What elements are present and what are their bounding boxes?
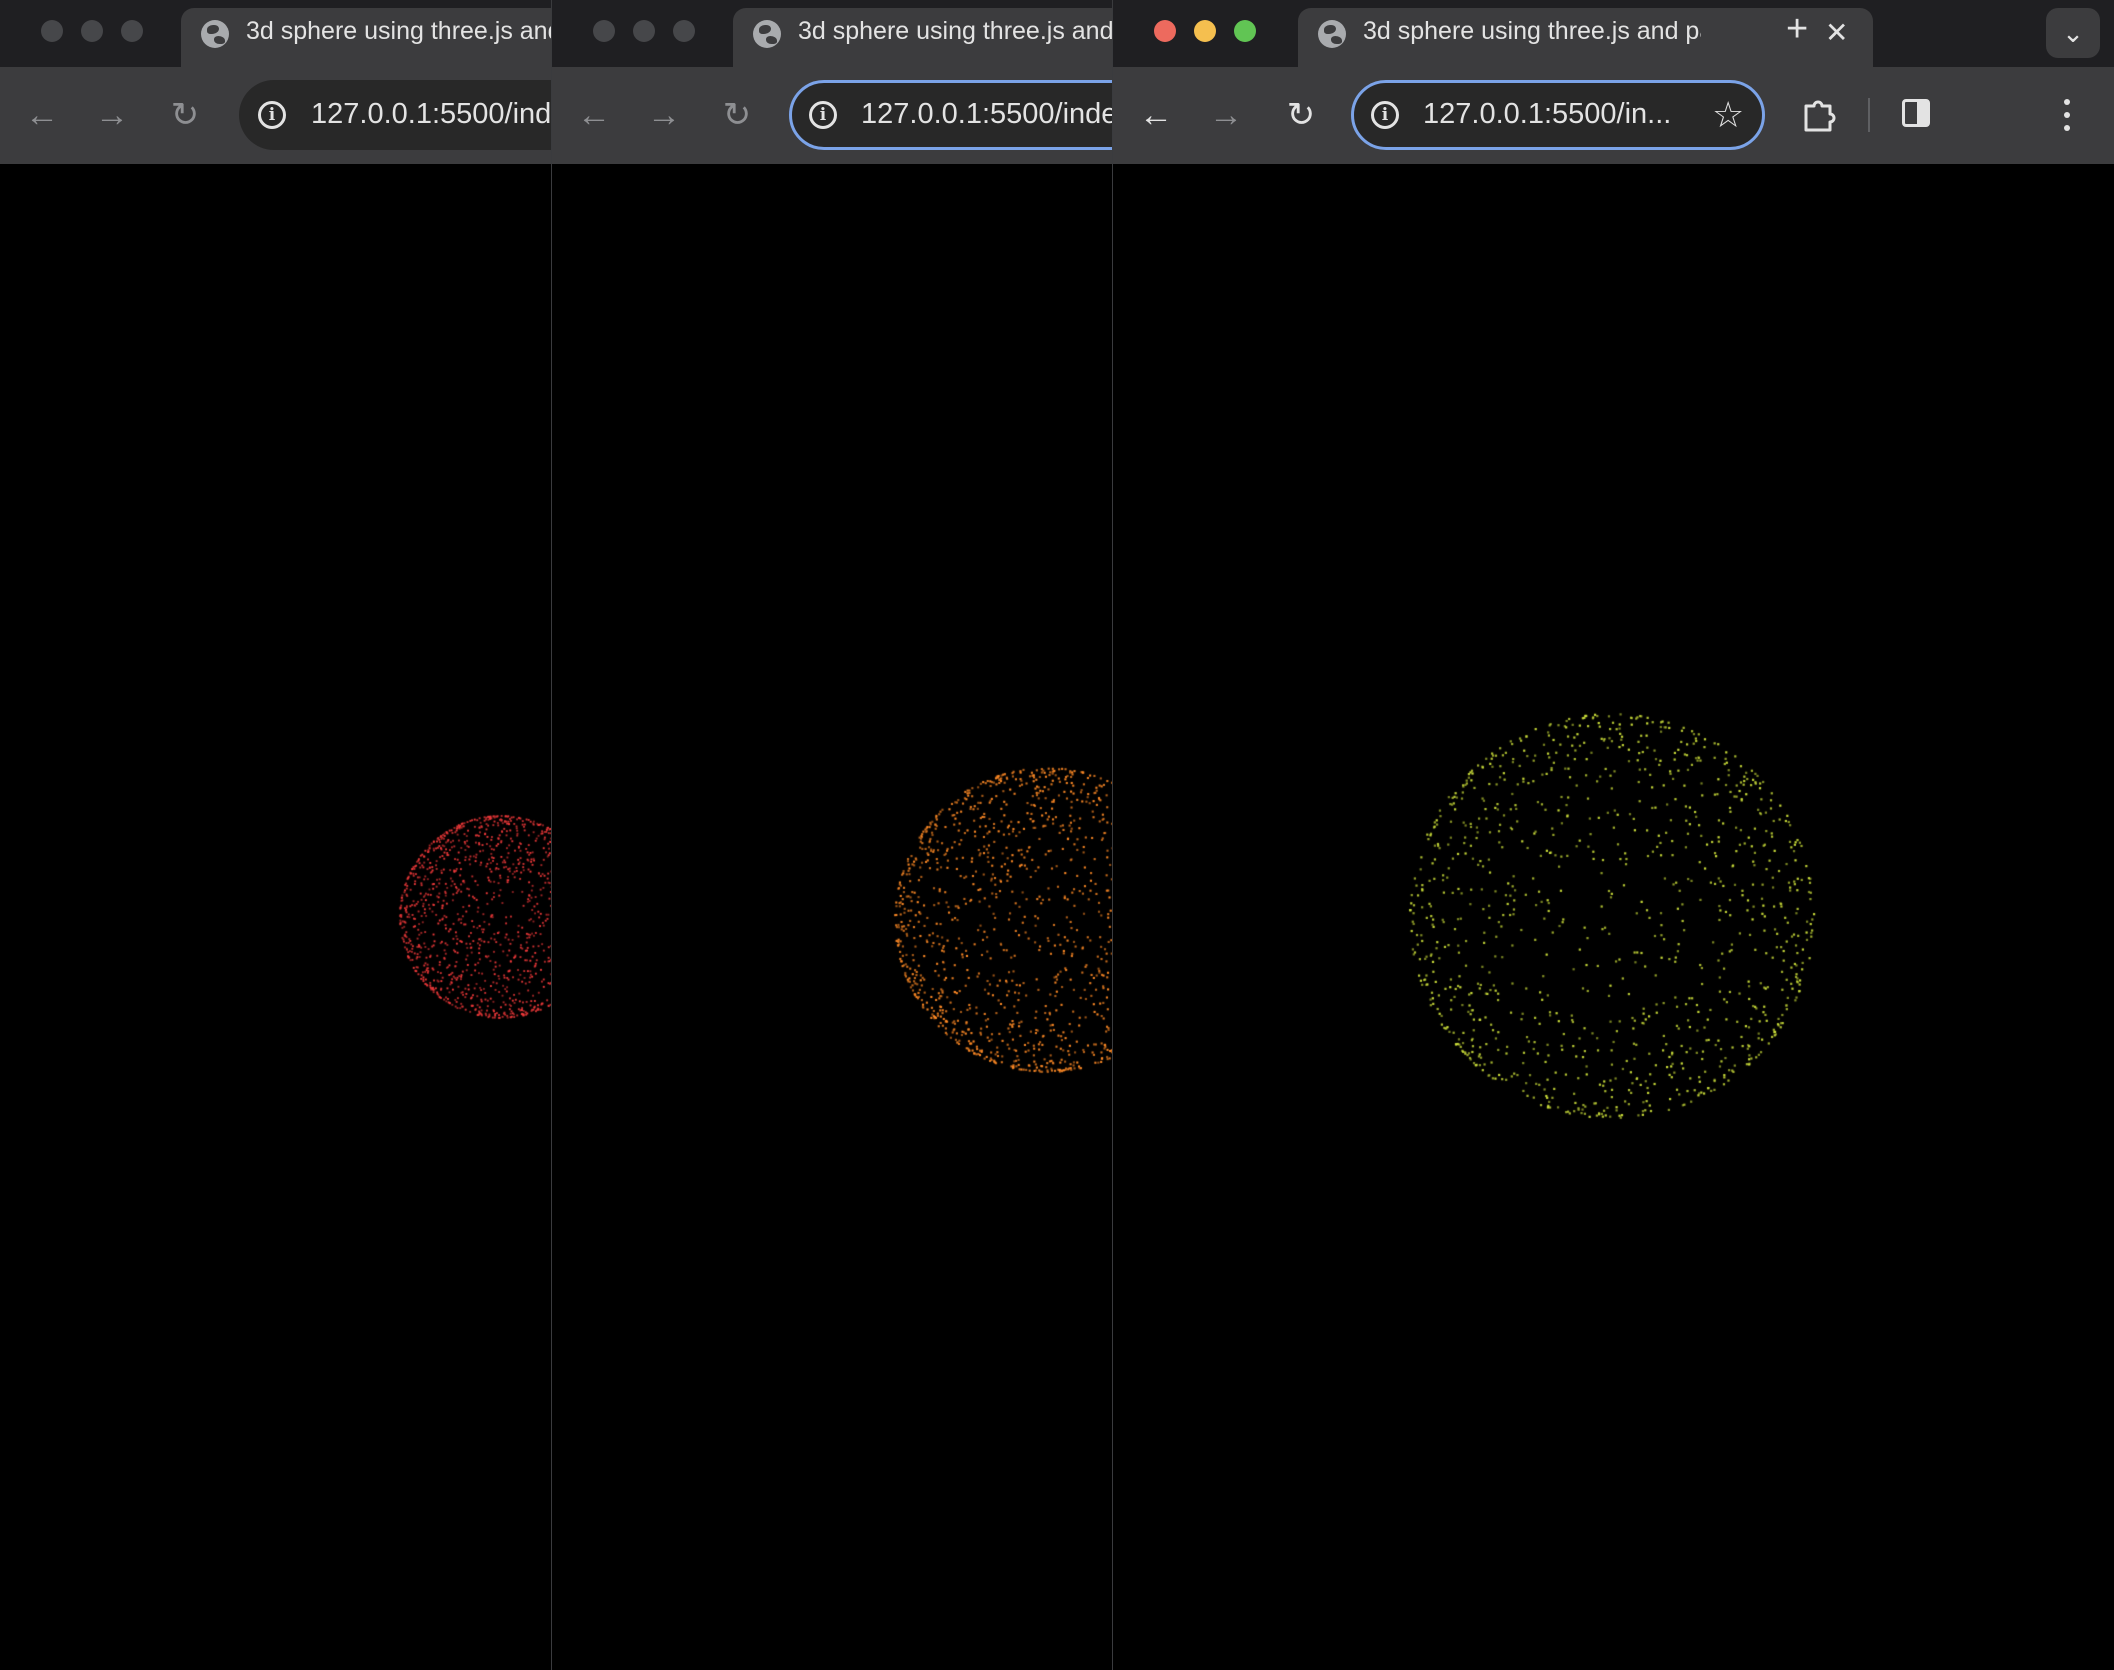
toolbar: ← → ↻ i 127.0.0.1:5500/index.html	[552, 67, 1113, 165]
info-icon[interactable]: i	[258, 101, 286, 129]
reload-icon[interactable]: ↻	[163, 93, 207, 137]
info-icon[interactable]: i	[809, 101, 837, 129]
reload-icon[interactable]: ↻	[715, 93, 759, 137]
close-window-button[interactable]	[1154, 20, 1176, 42]
tab-strip: 3d sphere using three.js and particles	[0, 0, 552, 67]
address-bar[interactable]: i 127.0.0.1:5500/index.html	[239, 80, 552, 150]
browser-window-right: 3d sphere using three.js and particles ✕…	[1112, 0, 2114, 1670]
arrow-left-icon[interactable]: ←	[572, 93, 616, 137]
particle-sphere-canvas[interactable]	[552, 164, 1113, 1670]
page-viewport[interactable]	[552, 164, 1113, 1670]
new-tab-button[interactable]: +	[1786, 8, 1808, 51]
address-bar[interactable]: i 127.0.0.1:5500/index.html	[789, 80, 1113, 150]
globe-icon	[1318, 20, 1346, 48]
arrow-right-icon[interactable]: →	[90, 93, 134, 137]
arrow-left-icon[interactable]: ←	[1134, 93, 1178, 137]
kebab-menu-icon[interactable]	[2057, 93, 2077, 137]
tab-active[interactable]: 3d sphere using three.js and particles	[733, 8, 1113, 67]
zoom-window-button[interactable]	[673, 20, 695, 42]
close-tab-icon[interactable]: ✕	[1825, 17, 1848, 49]
reload-icon[interactable]: ↻	[1279, 93, 1323, 137]
url-text: 127.0.0.1:5500/index.html	[861, 98, 1113, 130]
browser-window-middle: 3d sphere using three.js and particles ←…	[551, 0, 1113, 1670]
chevron-down-icon[interactable]: ⌄	[2046, 8, 2100, 58]
arrow-right-icon[interactable]: →	[642, 93, 686, 137]
browser-window-left: 3d sphere using three.js and particles ←…	[0, 0, 552, 1670]
tab-title: 3d sphere using three.js and particles	[798, 17, 1113, 45]
globe-icon	[201, 20, 229, 48]
arrow-right-icon[interactable]: →	[1204, 93, 1248, 137]
page-viewport[interactable]	[0, 164, 552, 1670]
minimize-window-button[interactable]	[1194, 20, 1216, 42]
tab-strip: 3d sphere using three.js and particles ✕…	[1113, 0, 2114, 67]
tab-title: 3d sphere using three.js and particles	[1363, 17, 1701, 45]
tab-strip: 3d sphere using three.js and particles	[552, 0, 1113, 67]
tab-title: 3d sphere using three.js and particles	[246, 17, 552, 45]
minimize-window-button[interactable]	[633, 20, 655, 42]
side-panel-icon[interactable]	[1902, 99, 1930, 127]
particle-sphere-canvas[interactable]	[0, 164, 552, 1670]
minimize-window-button[interactable]	[81, 20, 103, 42]
info-icon[interactable]: i	[1371, 101, 1399, 129]
particle-sphere-canvas[interactable]	[1113, 164, 2114, 1670]
zoom-window-button[interactable]	[121, 20, 143, 42]
close-window-button[interactable]	[593, 20, 615, 42]
tab-active[interactable]: 3d sphere using three.js and particles	[181, 8, 552, 67]
arrow-left-icon[interactable]: ←	[20, 93, 64, 137]
globe-icon	[753, 20, 781, 48]
toolbar-divider	[1868, 98, 1870, 132]
puzzle-icon[interactable]	[1798, 94, 1838, 134]
url-text: 127.0.0.1:5500/in...	[1423, 98, 1672, 130]
toolbar: ← → ↻ i 127.0.0.1:5500/index.html	[0, 67, 552, 165]
address-bar[interactable]: i 127.0.0.1:5500/in... ☆	[1351, 80, 1765, 150]
star-icon[interactable]: ☆	[1712, 93, 1744, 137]
close-window-button[interactable]	[41, 20, 63, 42]
page-viewport[interactable]	[1113, 164, 2114, 1670]
url-text: 127.0.0.1:5500/index.html	[311, 98, 552, 130]
zoom-window-button[interactable]	[1234, 20, 1256, 42]
toolbar: ← → ↻ i 127.0.0.1:5500/in... ☆	[1113, 67, 2114, 165]
